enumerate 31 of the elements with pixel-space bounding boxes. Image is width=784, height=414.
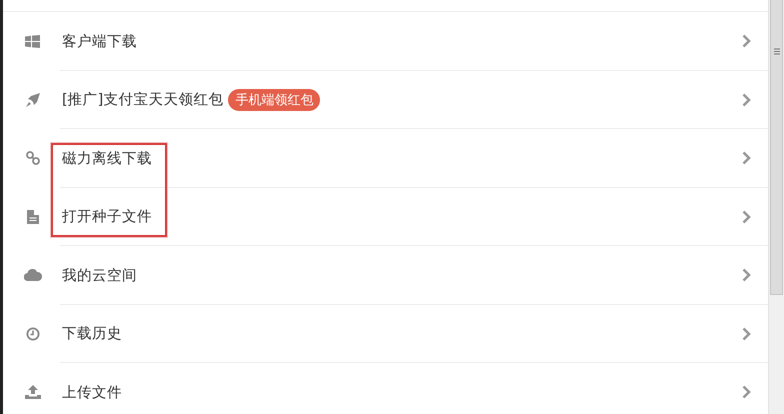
menu-item[interactable]: 下载历史 bbox=[3, 304, 768, 363]
cloud-icon bbox=[24, 269, 42, 282]
scrollbar-thumb[interactable] bbox=[770, 0, 783, 295]
menu-item[interactable]: 客户端下载 bbox=[3, 12, 768, 70]
chevron-right-icon bbox=[742, 92, 751, 107]
windows-icon bbox=[25, 34, 40, 48]
link-icon bbox=[26, 151, 40, 166]
promo-badge: 手机端领红包 bbox=[228, 88, 320, 111]
item-label: 磁力离线下载 bbox=[62, 150, 152, 168]
scrollbar[interactable] bbox=[768, 0, 784, 414]
menu-item[interactable]: 打开种子文件 bbox=[3, 188, 768, 246]
item-label: 上传文件 bbox=[62, 384, 122, 402]
grip-icon bbox=[774, 48, 780, 55]
item-label: 下载历史 bbox=[62, 325, 122, 344]
rocket-icon bbox=[26, 92, 40, 107]
item-label: [推广]支付宝天天领红包 bbox=[62, 90, 224, 110]
menu-item[interactable]: [推广]支付宝天天领红包 手机端领红包 bbox=[3, 70, 768, 129]
item-label: 打开种子文件 bbox=[62, 208, 152, 226]
file-icon bbox=[26, 210, 38, 224]
upload-icon bbox=[24, 385, 40, 400]
chevron-right-icon bbox=[742, 268, 751, 282]
item-label: 我的云空间 bbox=[62, 266, 137, 285]
chevron-right-icon bbox=[742, 210, 751, 224]
menu-item[interactable]: 我的云空间 bbox=[3, 246, 768, 304]
chevron-right-icon bbox=[742, 326, 751, 341]
clock-icon bbox=[26, 326, 40, 341]
item-label: 客户端下载 bbox=[62, 32, 137, 51]
chevron-right-icon bbox=[742, 34, 751, 48]
chevron-right-icon bbox=[742, 151, 751, 166]
chevron-right-icon bbox=[742, 385, 751, 400]
menu-item[interactable]: 磁力离线下载 bbox=[3, 129, 768, 188]
